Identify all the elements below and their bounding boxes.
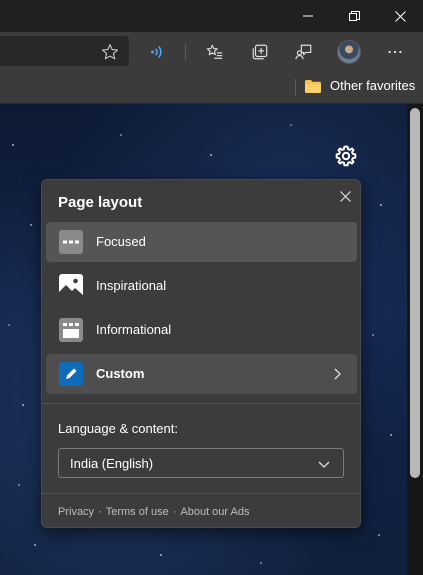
close-window-button[interactable] [377, 0, 423, 32]
other-favorites-link[interactable]: Other favorites [330, 78, 415, 93]
favorites-button[interactable] [201, 38, 229, 66]
add-favorite-button[interactable] [96, 38, 124, 66]
favorites-icon [206, 44, 223, 59]
restore-icon [348, 10, 360, 21]
window-titlebar [0, 0, 423, 32]
profile-avatar[interactable] [337, 40, 361, 64]
feedback-icon [295, 44, 312, 60]
favorite-star-icon [101, 44, 119, 60]
folder-icon [305, 80, 321, 93]
layout-option-label: Informational [96, 322, 172, 337]
favorites-bar: Other favorites [0, 72, 423, 104]
informational-layout-icon [59, 318, 83, 342]
collections-button[interactable] [246, 38, 274, 66]
layout-option-custom[interactable]: Custom [46, 354, 357, 394]
close-icon [394, 10, 406, 22]
minimize-button[interactable] [285, 0, 331, 32]
terms-of-use-link[interactable]: Terms of use [106, 506, 169, 518]
inspirational-layout-icon [59, 274, 83, 298]
restore-button[interactable] [331, 0, 377, 32]
language-select[interactable]: India (English) [58, 448, 344, 478]
layout-option-label: Focused [96, 234, 146, 249]
page-settings-gear-icon[interactable] [334, 144, 358, 168]
chevron-down-icon [318, 461, 330, 468]
favorites-bar-separator [295, 79, 296, 96]
toolbar-separator [185, 44, 186, 60]
more-options-button[interactable] [381, 38, 409, 66]
more-options-icon [388, 50, 402, 54]
layout-option-label: Inspirational [96, 278, 167, 293]
layout-option-inspirational[interactable]: Inspirational [46, 266, 357, 306]
layout-option-label: Custom [96, 366, 145, 381]
panel-divider [42, 403, 360, 404]
about-our-ads-link[interactable]: About our Ads [180, 506, 249, 518]
panel-divider [42, 493, 360, 494]
language-content-label: Language & content: [58, 421, 178, 436]
privacy-link[interactable]: Privacy [58, 506, 94, 518]
panel-footer: Privacy · Terms of use · About our Ads [58, 506, 249, 518]
panel-title: Page layout [58, 194, 143, 211]
minimize-icon [303, 15, 313, 17]
layout-option-informational[interactable]: Informational [46, 310, 357, 350]
scrollbar-thumb[interactable] [410, 108, 420, 478]
feedback-button[interactable] [290, 38, 318, 66]
read-aloud-button[interactable] [143, 38, 171, 66]
chevron-right-icon [334, 368, 341, 380]
read-aloud-icon [151, 46, 162, 58]
footer-separator: · [172, 506, 177, 518]
collections-icon [252, 44, 268, 60]
custom-pencil-icon [59, 362, 83, 386]
close-icon [339, 190, 351, 202]
focused-layout-icon [59, 230, 83, 254]
page-layout-panel: Page layout Focused Inspirational Inform… [41, 179, 361, 528]
footer-separator: · [98, 506, 102, 518]
close-panel-button[interactable] [335, 186, 355, 206]
language-select-value: India (English) [70, 456, 154, 471]
layout-option-focused[interactable]: Focused [46, 222, 357, 262]
